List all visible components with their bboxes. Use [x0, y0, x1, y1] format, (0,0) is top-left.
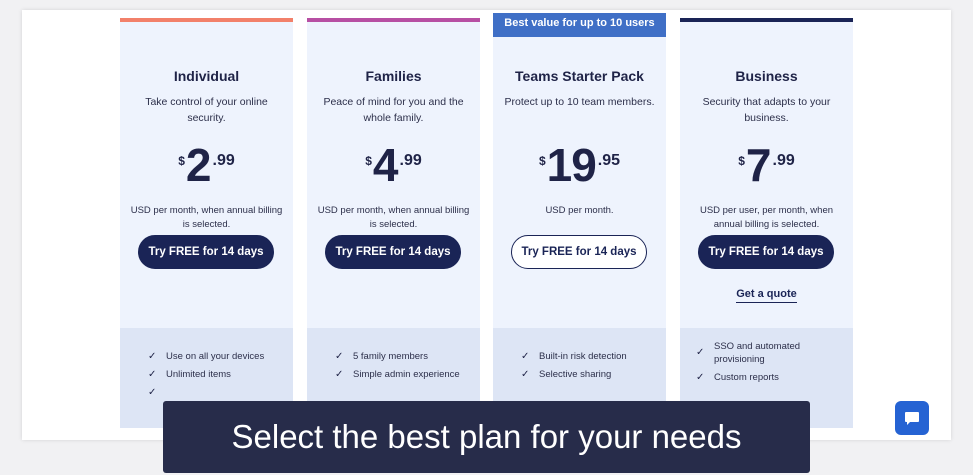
plan-card-families: Families Peace of mind for you and the w… — [307, 18, 480, 428]
list-item: ✓ Unlimited items — [148, 368, 287, 381]
feature-list: ✓ Built-in risk detection ✓ Selective shar… — [521, 350, 660, 386]
list-item: ✓ 5 family members — [335, 350, 474, 363]
check-icon: ✓ — [148, 369, 157, 380]
billing-note: USD per month, when annual billing is se… — [130, 205, 283, 230]
currency-symbol: $ — [178, 154, 185, 168]
check-icon: ✓ — [335, 351, 344, 362]
try-free-button[interactable]: Try FREE for 14 days — [511, 235, 647, 269]
price-amount: 4 — [372, 139, 399, 191]
plan-price: $ 7 .99 — [680, 142, 853, 188]
plan-price: $ 4 .99 — [307, 142, 480, 188]
plan-card-individual: Individual Take control of your online s… — [120, 18, 293, 428]
check-icon: ✓ — [335, 369, 344, 380]
plan-description: Peace of mind for you and the whole fami… — [323, 96, 464, 124]
plan-title: Business — [735, 68, 798, 84]
price-cents: .99 — [772, 152, 795, 169]
list-item: ✓ Selective sharing — [521, 368, 660, 381]
plan-title: Teams Starter Pack — [515, 68, 644, 84]
price-cents: .99 — [399, 152, 422, 169]
try-free-button[interactable]: Try FREE for 14 days — [325, 235, 461, 269]
get-a-quote-link[interactable]: Get a quote — [680, 284, 853, 303]
currency-symbol: $ — [738, 154, 745, 168]
list-item: ✓ Custom reports — [696, 371, 847, 384]
best-value-badge: Best value for up to 10 users — [493, 13, 666, 33]
chat-bubble-icon — [905, 411, 919, 425]
check-icon: ✓ — [696, 372, 705, 383]
check-icon: ✓ — [696, 347, 705, 358]
plan-card-teams: Teams Starter Pack Protect up to 10 team… — [493, 33, 666, 428]
plan-description: Security that adapts to your business. — [702, 96, 831, 124]
feature-label: Simple admin experience — [353, 369, 460, 380]
price-amount: 19 — [546, 139, 597, 191]
check-icon: ✓ — [148, 387, 157, 398]
list-item: ✓ Built-in risk detection — [521, 350, 660, 363]
price-amount: 7 — [745, 139, 772, 191]
plan-description: Take control of your online security. — [145, 96, 268, 124]
check-icon: ✓ — [521, 351, 530, 362]
currency-symbol: $ — [365, 154, 372, 168]
feature-label: Selective sharing — [539, 369, 612, 380]
feature-label: Use on all your devices — [166, 351, 265, 362]
chat-button[interactable] — [895, 401, 929, 435]
currency-symbol: $ — [538, 154, 546, 168]
price-cents: .99 — [212, 152, 235, 169]
feature-label: Custom reports — [714, 372, 779, 383]
billing-note: USD per user, per month, when annual bil… — [699, 205, 834, 230]
plan-card-business: Business Security that adapts to your bu… — [680, 18, 853, 428]
check-icon: ✓ — [521, 369, 530, 380]
get-a-quote-label[interactable]: Get a quote — [736, 288, 797, 303]
feature-label: SSO and automated provisioning — [714, 341, 801, 365]
list-item: ✓ SSO and automated provisioning — [696, 340, 847, 366]
price-amount: 2 — [185, 139, 212, 191]
feature-list: ✓ Use on all your devices ✓ Unlimited item… — [148, 350, 287, 398]
list-item: ✓ Use on all your devices — [148, 350, 287, 363]
feature-list: ✓ 5 family members ✓ Simple admin experien… — [335, 350, 474, 386]
feature-label: Unlimited items — [166, 369, 231, 380]
price-cents: .95 — [597, 152, 621, 169]
feature-label: Built-in risk detection — [539, 351, 627, 362]
try-free-button[interactable]: Try FREE for 14 days — [698, 235, 834, 269]
plan-title: Families — [365, 68, 422, 84]
list-item: ✓ Simple admin experience — [335, 368, 474, 381]
billing-note: USD per month, when annual billing is se… — [317, 205, 470, 230]
plan-description: Protect up to 10 team members. — [504, 96, 655, 108]
feature-label: 5 family members — [353, 351, 428, 362]
caption-banner: Select the best plan for your needs — [163, 401, 810, 473]
try-free-button[interactable]: Try FREE for 14 days — [138, 235, 274, 269]
feature-list: ✓ SSO and automated provisioning ✓ Custom … — [696, 340, 847, 389]
billing-note: USD per month. — [545, 205, 614, 216]
check-icon: ✓ — [148, 351, 157, 362]
plan-title: Individual — [173, 68, 240, 84]
plan-price: $ 19 .95 — [493, 142, 666, 188]
plan-price: $ 2 .99 — [120, 142, 293, 188]
